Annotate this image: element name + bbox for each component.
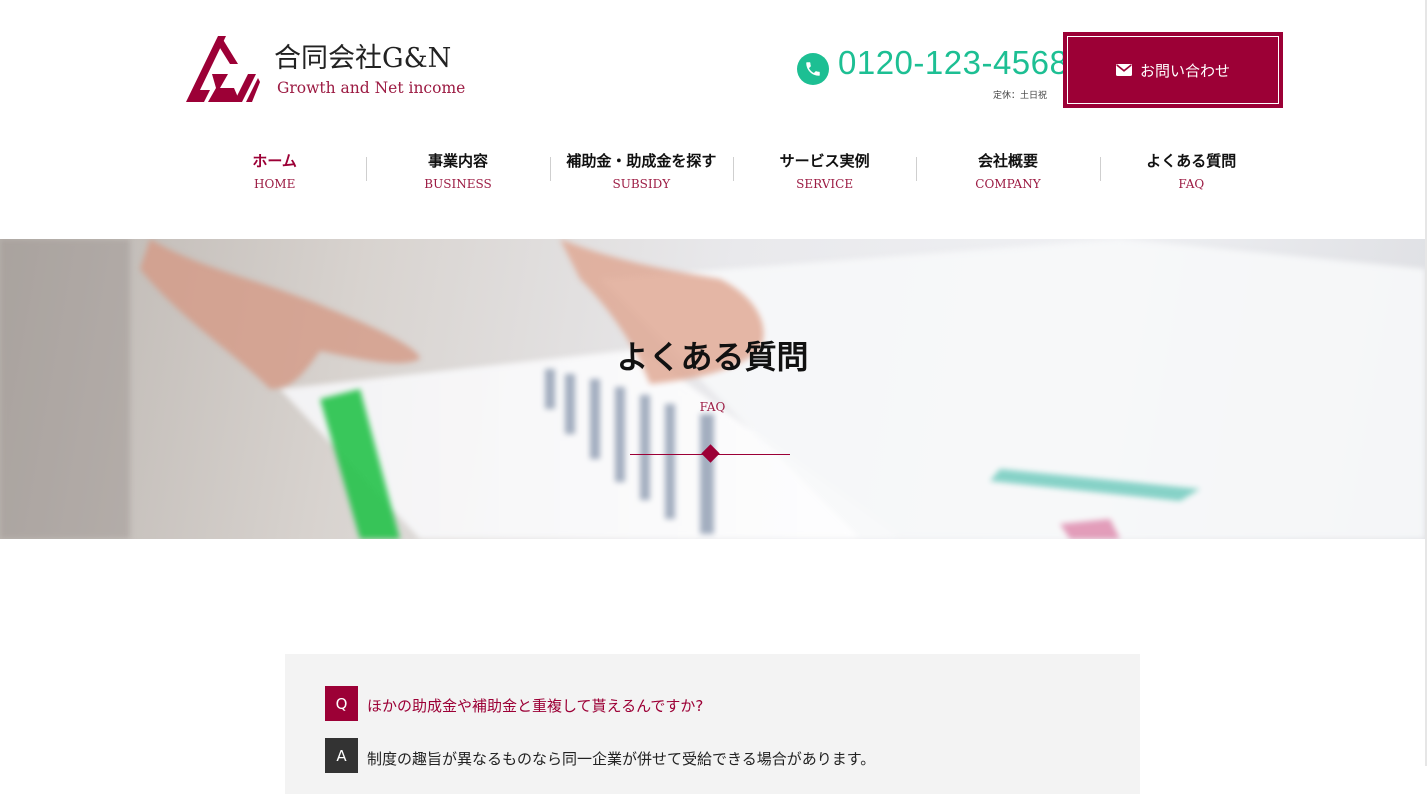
phone-number[interactable]: 0120-123-4568 [838,44,1068,82]
page-hero: よくある質問 FAQ [0,239,1425,539]
contact-button-label: お問い合わせ [1139,61,1230,80]
nav-item-sublabel: BUSINESS [424,177,492,191]
nav-item-faq[interactable]: よくある質問 FAQ [1099,145,1283,195]
nav-item-subsidy[interactable]: 補助金・助成金を探す SUBSIDY [549,145,733,195]
nav-item-label: 事業内容 [427,152,488,170]
company-tagline: Growth and Net income [277,79,466,97]
nav-item-service[interactable]: サービス実例 SERVICE [732,145,916,195]
faq-item: Q ほかの助成金や補助金と重複して貰えるんですか? A 制度の趣旨が異なるものな… [285,654,1140,794]
site-header: 合同会社G&N Growth and Net income 0120-123-4… [0,0,1427,239]
nav-item-sublabel: HOME [253,177,296,191]
nav-item-sublabel: SERVICE [796,177,854,191]
envelope-icon [1115,64,1132,76]
company-logo[interactable]: 合同会社G&N Growth and Net income [182,30,472,110]
nav-item-business[interactable]: 事業内容 BUSINESS [366,145,549,195]
company-name: 合同会社G&N [274,43,452,74]
answer-badge: A [325,738,358,773]
page-title: よくある質問 [616,338,809,376]
nav-item-home[interactable]: ホーム HOME [183,145,366,195]
nav-item-sublabel: SUBSIDY [612,177,671,191]
nav-item-label: サービス実例 [779,152,870,170]
phone-icon [797,53,829,85]
logo-mark-icon [186,36,260,102]
main-nav: ホーム HOME 事業内容 BUSINESS 補助金・助成金を探す SUBSID… [183,145,1283,195]
nav-item-sublabel: COMPANY [975,177,1041,191]
nav-item-company[interactable]: 会社概要 COMPANY [916,145,1099,195]
business-hours: 定休：土日祝 [992,91,1047,101]
question-badge: Q [325,686,358,721]
nav-item-label: ホーム [252,152,297,170]
nav-item-sublabel: FAQ [1178,177,1205,191]
hero-background-image [0,239,1425,539]
nav-item-label: 補助金・助成金を探す [566,152,717,170]
faq-question: ほかの助成金や補助金と重複して貰えるんですか? [367,697,704,715]
contact-button[interactable]: お問い合わせ [1063,32,1283,108]
nav-item-label: よくある質問 [1146,152,1237,170]
nav-item-label: 会社概要 [977,152,1038,170]
page-subtitle: FAQ [699,400,726,414]
